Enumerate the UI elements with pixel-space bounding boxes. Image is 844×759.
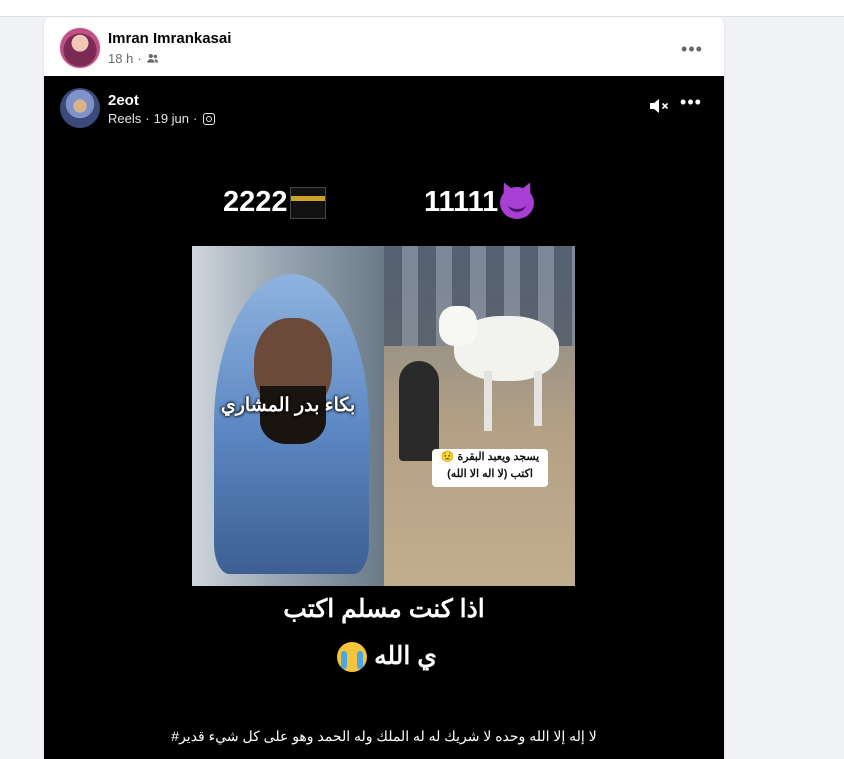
top-bar bbox=[0, 0, 844, 17]
shared-author-name[interactable]: 2eot bbox=[108, 92, 139, 109]
crying-face-icon bbox=[337, 642, 368, 673]
left-video-frame: بكاء بدر المشاري bbox=[192, 246, 384, 586]
muted-speaker-icon[interactable] bbox=[647, 94, 671, 118]
devil-emoji-icon bbox=[500, 186, 535, 219]
vote-right-count: 11111 bbox=[424, 186, 499, 218]
post-caption-text: لا إله إلا الله وحده لا شريك له له الملك… bbox=[171, 728, 597, 744]
vote-option-right: 11111 bbox=[424, 186, 535, 219]
vote-option-left: 2222 bbox=[223, 186, 326, 219]
vote-left-count: 2222 bbox=[223, 186, 288, 218]
instagram-icon bbox=[203, 112, 216, 125]
friends-icon bbox=[146, 53, 158, 63]
shared-source: Reels bbox=[108, 111, 142, 126]
video-caption-line-2: ي الله bbox=[44, 641, 724, 673]
post-more-button[interactable]: ••• bbox=[674, 31, 710, 67]
post-time[interactable]: 18 h bbox=[108, 51, 133, 66]
author-name[interactable]: Imran Imrankasai bbox=[108, 30, 231, 47]
shared-author-avatar[interactable] bbox=[60, 88, 100, 128]
caption-line-2-text: ي الله bbox=[374, 642, 437, 670]
left-frame-caption: بكاء بدر المشاري bbox=[220, 395, 356, 416]
more-icon: ••• bbox=[680, 92, 702, 112]
frame-sticker: يسجد ويعبد البقرة 😟 اكتب (لا اله الا الل… bbox=[432, 449, 548, 487]
shared-date[interactable]: 19 jun bbox=[154, 111, 189, 126]
author-avatar[interactable] bbox=[60, 28, 100, 68]
sticker-line-2: اكتب (لا اله الا الله) bbox=[447, 468, 533, 480]
post-meta: 18 h · bbox=[108, 51, 159, 66]
more-icon: ••• bbox=[681, 38, 703, 59]
shared-meta: Reels · 19 jun · bbox=[108, 111, 216, 126]
kaaba-icon bbox=[289, 186, 326, 219]
sticker-line-1: يسجد ويعبد البقرة 😟 bbox=[440, 451, 540, 463]
video-more-button[interactable]: ••• bbox=[676, 92, 706, 118]
right-video-frame: يسجد ويعبد البقرة 😟 اكتب (لا اله الا الل… bbox=[384, 246, 575, 586]
video-caption-line-1: اذا كنت مسلم اكتب bbox=[283, 595, 485, 623]
post-card: Imran Imrankasai 18 h · ••• 2eot Reels ·… bbox=[44, 17, 724, 759]
shared-reel-video[interactable]: 2eot Reels · 19 jun · ••• 2222 11111 بكا… bbox=[44, 76, 724, 759]
